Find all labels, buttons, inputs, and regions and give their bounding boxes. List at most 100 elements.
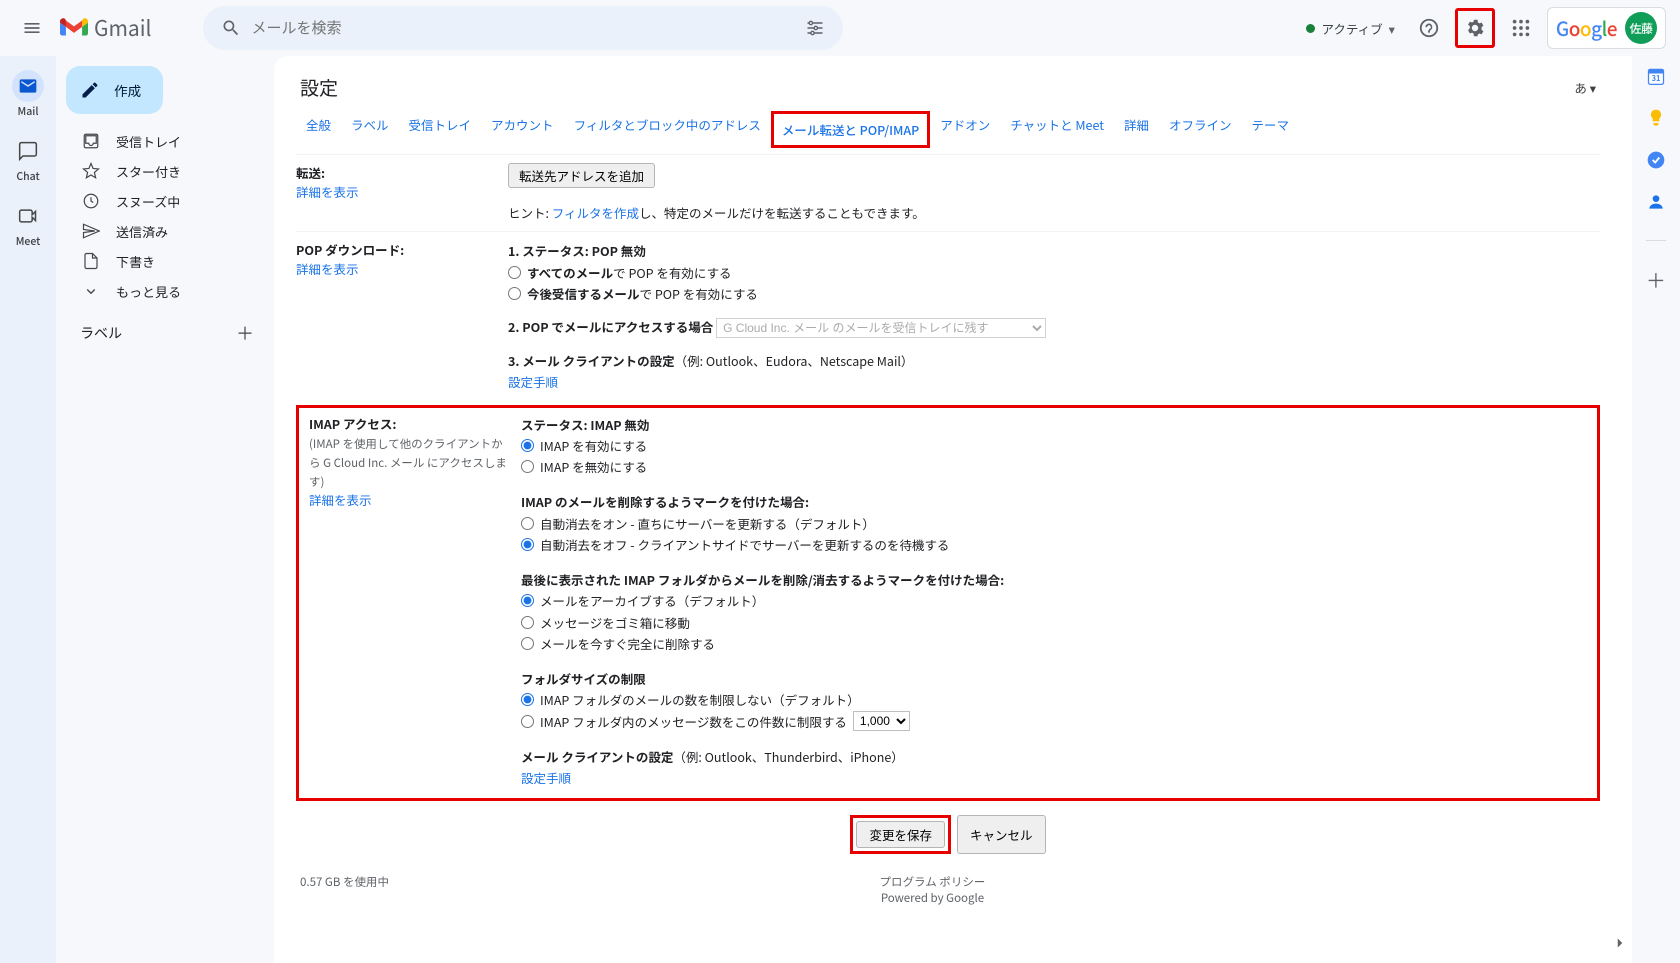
support-button[interactable] xyxy=(1409,8,1449,48)
pop-instructions-link[interactable]: 設定手順 xyxy=(508,372,558,391)
tab-inbox[interactable]: 受信トレイ xyxy=(399,111,482,148)
imap-delete-radio[interactable]: メールを今すぐ完全に削除する xyxy=(521,633,1587,654)
section-forwarding: 転送: 詳細を表示 転送先アドレスを追加 ヒント: フィルタを作成し、特定のメー… xyxy=(296,154,1600,231)
google-logo[interactable]: Google 佐藤 xyxy=(1547,7,1666,49)
gmail-logo[interactable]: Gmail xyxy=(60,13,151,43)
pop-enable-all-radio[interactable]: すべてのメールで POP を有効にする xyxy=(508,262,1600,283)
tune-icon xyxy=(805,18,825,38)
clock-icon xyxy=(82,192,100,210)
status-label: アクティブ xyxy=(1321,19,1382,38)
tab-themes[interactable]: テーマ xyxy=(1241,111,1299,148)
section-imap-highlight: IMAP アクセス: (IMAP を使用して他のクライアントから G Cloud… xyxy=(296,405,1600,802)
google-apps-button[interactable] xyxy=(1501,8,1541,48)
contacts-addon-icon[interactable] xyxy=(1646,192,1666,212)
tab-filters[interactable]: フィルタとブロック中のアドレス xyxy=(564,111,771,148)
save-button[interactable]: 変更を保存 xyxy=(856,821,945,848)
header: Gmail アクティブ ▾ xyxy=(0,0,1680,56)
search-input[interactable] xyxy=(251,20,795,37)
gmail-m-icon xyxy=(60,17,88,39)
nav-more[interactable]: もっと見る xyxy=(60,276,272,306)
pop-detail-link[interactable]: 詳細を表示 xyxy=(296,259,359,278)
side-panel-toggle[interactable] xyxy=(1608,931,1632,955)
imap-archive-radio[interactable]: メールをアーカイブする（デフォルト） xyxy=(521,590,1587,611)
star-icon xyxy=(82,162,100,180)
header-right: アクティブ ▾ Google 佐藤 xyxy=(1298,7,1672,49)
keep-addon-icon[interactable] xyxy=(1646,108,1666,128)
imap-detail-link[interactable]: 詳細を表示 xyxy=(309,490,372,509)
imap-expunge-on-radio[interactable]: 自動消去をオン - 直ちにサーバーを更新する（デフォルト） xyxy=(521,513,1587,534)
tab-addons[interactable]: アドオン xyxy=(930,111,1000,148)
search-options-button[interactable] xyxy=(795,8,835,48)
input-language-button[interactable]: あ ▾ xyxy=(1574,78,1596,97)
account-avatar[interactable]: 佐藤 xyxy=(1625,12,1657,44)
send-icon xyxy=(82,222,100,240)
nav-snoozed[interactable]: スヌーズ中 xyxy=(60,186,272,216)
pop-access-select[interactable]: G Cloud Inc. メール のメールを受信トレイに残す xyxy=(716,318,1046,338)
menu-icon xyxy=(22,18,42,38)
storage-usage: 0.57 GB を使用中 xyxy=(300,874,389,906)
draft-icon xyxy=(82,252,100,270)
settings-panel: 設定 あ ▾ 全般 ラベル 受信トレイ アカウント フィルタとブロック中のアドレ… xyxy=(274,56,1632,963)
imap-nolimit-radio[interactable]: IMAP フォルダのメールの数を制限しない（デフォルト） xyxy=(521,689,1587,710)
tasks-addon-icon[interactable] xyxy=(1646,150,1666,170)
pencil-icon xyxy=(80,80,100,100)
form-actions: 変更を保存 キャンセル xyxy=(296,801,1600,868)
nav-starred[interactable]: スター付き xyxy=(60,156,272,186)
forwarding-detail-link[interactable]: 詳細を表示 xyxy=(296,182,359,201)
imap-expunge-off-radio[interactable]: 自動消去をオフ - クライアントサイドでサーバーを更新するのを待機する xyxy=(521,534,1587,555)
chevron-down-icon: ▾ xyxy=(1389,19,1395,38)
status-button[interactable]: アクティブ ▾ xyxy=(1298,15,1402,42)
imap-limit-select[interactable]: 1,000 xyxy=(853,711,910,731)
search-bar[interactable] xyxy=(203,6,843,50)
tab-accounts[interactable]: アカウント xyxy=(481,111,564,148)
tab-general[interactable]: 全般 xyxy=(296,111,341,148)
compose-button[interactable]: 作成 xyxy=(66,66,163,114)
rail-meet[interactable]: Meet xyxy=(4,194,52,255)
get-addons-button[interactable]: ＋ xyxy=(1646,269,1666,289)
tab-advanced[interactable]: 詳細 xyxy=(1114,111,1159,148)
pop-enable-now-radio[interactable]: 今後受信するメールで POP を有効にする xyxy=(508,283,1600,304)
svg-text:31: 31 xyxy=(1652,73,1661,84)
tab-forwarding-pop-imap[interactable]: メール転送と POP/IMAP xyxy=(771,111,930,148)
chevron-down-icon xyxy=(82,282,100,300)
rail-chat[interactable]: Chat xyxy=(4,129,52,190)
status-dot-icon xyxy=(1306,24,1315,33)
add-forwarding-address-button[interactable]: 転送先アドレスを追加 xyxy=(508,163,655,188)
page-title: 設定 xyxy=(300,74,338,101)
section-pop: POP ダウンロード: 詳細を表示 1. ステータス: POP 無効 すべてのメ… xyxy=(296,231,1600,400)
imap-disable-radio[interactable]: IMAP を無効にする xyxy=(521,456,1587,477)
nav-inbox[interactable]: 受信トレイ xyxy=(60,126,272,156)
rail-divider xyxy=(1646,240,1666,241)
settings-tabs: 全般 ラベル 受信トレイ アカウント フィルタとブロック中のアドレス メール転送… xyxy=(296,107,1600,154)
mail-icon xyxy=(18,76,38,96)
inbox-icon xyxy=(82,132,100,150)
calendar-addon-icon[interactable]: 31 xyxy=(1646,66,1666,86)
settings-footer: 0.57 GB を使用中 プログラム ポリシー Powered by Googl… xyxy=(296,868,1600,912)
cancel-button[interactable]: キャンセル xyxy=(957,815,1046,854)
add-label-button[interactable]: ＋ xyxy=(232,320,258,346)
rail-mail[interactable]: Mail xyxy=(4,64,52,125)
program-policy-link[interactable]: プログラム ポリシー xyxy=(880,874,986,890)
sidebar: 作成 受信トレイ スター付き スヌーズ中 送信済み 下書き もっと見る ラベル … xyxy=(56,0,272,963)
left-app-rail: Mail Chat Meet xyxy=(0,0,56,963)
imap-limit-radio[interactable]: IMAP フォルダ内のメッセージ数をこの件数に制限する 1,000 xyxy=(521,711,1587,732)
gmail-text: Gmail xyxy=(94,13,151,43)
tab-chat-meet[interactable]: チャットと Meet xyxy=(1000,111,1114,148)
right-addons-rail: 31 ＋ xyxy=(1632,0,1680,963)
meet-icon xyxy=(18,206,38,226)
chevron-right-icon xyxy=(1611,934,1629,952)
help-icon xyxy=(1418,17,1440,39)
imap-instructions-link[interactable]: 設定手順 xyxy=(521,768,571,787)
imap-trash-radio[interactable]: メッセージをゴミ箱に移動 xyxy=(521,612,1587,633)
main-menu-button[interactable] xyxy=(8,4,56,52)
nav-sent[interactable]: 送信済み xyxy=(60,216,272,246)
tab-labels[interactable]: ラベル xyxy=(341,111,399,148)
imap-enable-radio[interactable]: IMAP を有効にする xyxy=(521,435,1587,456)
search-icon[interactable] xyxy=(211,8,251,48)
tab-offline[interactable]: オフライン xyxy=(1159,111,1242,148)
settings-gear-button[interactable] xyxy=(1455,8,1495,48)
apps-grid-icon xyxy=(1510,17,1532,39)
nav-drafts[interactable]: 下書き xyxy=(60,246,272,276)
create-filter-link[interactable]: フィルタを作成 xyxy=(552,203,639,222)
gear-icon xyxy=(1464,17,1486,39)
